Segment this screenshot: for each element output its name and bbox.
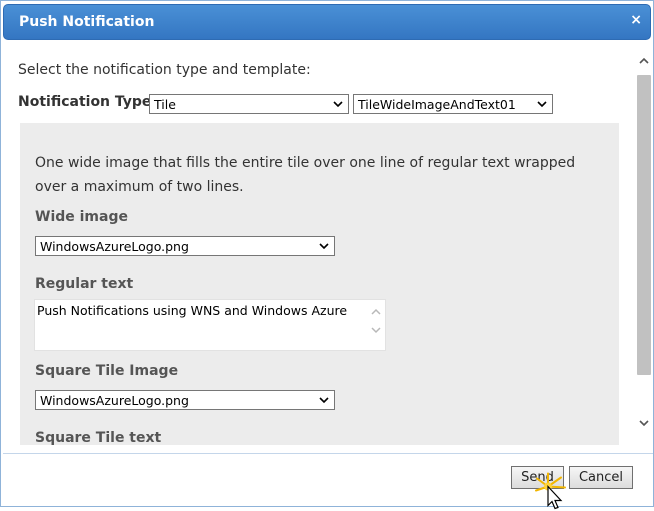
square-tile-image-label: Square Tile Image	[35, 363, 179, 379]
footer-divider	[3, 453, 653, 454]
notification-type-label: Notification Type:	[18, 94, 158, 110]
scrollbar-thumb[interactable]	[637, 75, 651, 375]
scroll-up-icon[interactable]	[370, 307, 382, 317]
wide-image-select[interactable]: WindowsAzureLogo.png	[35, 236, 335, 256]
wide-image-label: Wide image	[35, 209, 128, 225]
regular-text-label: Regular text	[35, 276, 134, 292]
notification-type-value: Tile	[154, 97, 176, 112]
scroll-down-icon[interactable]	[370, 325, 382, 335]
square-tile-image-select[interactable]: WindowsAzureLogo.png	[35, 390, 335, 410]
chevron-down-icon	[333, 101, 343, 108]
regular-text-input[interactable]: Push Notifications using WNS and Windows…	[34, 299, 386, 351]
template-select[interactable]: TileWideImageAndText01	[353, 94, 553, 114]
chevron-down-icon	[319, 397, 329, 404]
textarea-scrollbar[interactable]	[370, 306, 382, 342]
regular-text-value: Push Notifications using WNS and Windows…	[37, 303, 348, 318]
template-description: One wide image that fills the entire til…	[35, 155, 576, 195]
cancel-button[interactable]: Cancel	[569, 466, 633, 489]
intro-text: Select the notification type and templat…	[18, 62, 311, 78]
notification-type-select[interactable]: Tile	[149, 94, 349, 114]
push-notification-dialog: Push Notification × Select the notificat…	[0, 0, 654, 510]
dialog-titlebar[interactable]: Push Notification ×	[3, 4, 651, 40]
mouse-cursor-icon	[535, 472, 566, 510]
scroll-up-icon[interactable]	[638, 55, 650, 67]
dialog-title: Push Notification	[19, 14, 155, 30]
dialog-content: Select the notification type and templat…	[1, 41, 654, 445]
scroll-down-icon[interactable]	[638, 417, 650, 429]
template-value: TileWideImageAndText01	[358, 97, 516, 112]
wide-image-value: WindowsAzureLogo.png	[40, 239, 189, 254]
square-tile-text-label: Square Tile text	[35, 430, 162, 445]
square-tile-image-value: WindowsAzureLogo.png	[40, 393, 189, 408]
content-scrollbar[interactable]	[635, 47, 653, 437]
close-icon[interactable]: ×	[630, 12, 642, 28]
chevron-down-icon	[319, 243, 329, 250]
chevron-down-icon	[537, 101, 547, 108]
template-panel: One wide image that fills the entire til…	[20, 123, 619, 445]
